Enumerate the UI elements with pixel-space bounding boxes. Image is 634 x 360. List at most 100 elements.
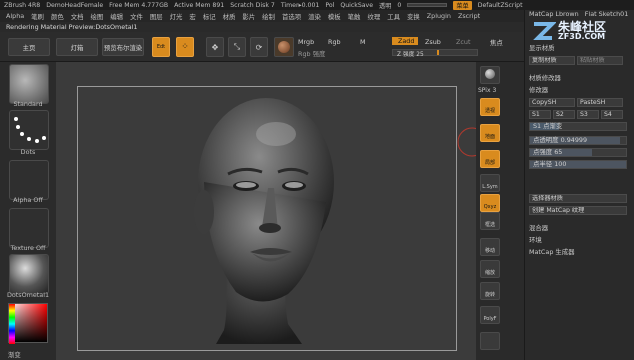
rgb-toggle[interactable]: Rgb: [328, 38, 341, 46]
menu-item[interactable]: 纹理: [367, 12, 380, 21]
scale-view-button[interactable]: 缩放: [480, 260, 500, 278]
opacity-value: 0.94999: [560, 136, 588, 144]
menu-item[interactable]: Zplugin: [427, 12, 451, 20]
menu-item[interactable]: 工具: [387, 12, 400, 21]
menu-item[interactable]: 渲染: [308, 12, 321, 21]
z-intensity-value: 25: [416, 52, 424, 58]
xyz-button[interactable]: Qxyz: [480, 194, 500, 212]
edit-button[interactable]: Edt: [152, 37, 170, 57]
flat-sketch[interactable]: Flat Sketch01: [585, 10, 629, 18]
menu-item[interactable]: 模板: [328, 12, 341, 21]
hue-strip[interactable]: [9, 304, 15, 344]
rgb-intensity-slider[interactable]: Rgb 强度: [298, 49, 325, 58]
alpha-thumbnail[interactable]: [9, 160, 49, 200]
transparency-slider[interactable]: [407, 3, 448, 7]
menu-button[interactable]: 菜单: [453, 0, 472, 10]
persp-button[interactable]: 透视: [480, 98, 500, 116]
zadd-toggle[interactable]: Zadd: [392, 37, 418, 45]
s1-gradient-slider[interactable]: S1 点渐变: [529, 122, 627, 131]
intensity-value: 65: [554, 148, 563, 156]
spix-control[interactable]: SPix 3: [478, 87, 496, 94]
tab-s2[interactable]: S2: [553, 110, 575, 119]
zsub-toggle[interactable]: Zsub: [425, 38, 441, 46]
tab-s1[interactable]: S1: [529, 110, 551, 119]
draw-button[interactable]: ⁘: [176, 37, 194, 57]
move-view-button[interactable]: 移动: [480, 238, 500, 256]
polyf-button[interactable]: PolyF: [480, 306, 500, 324]
bpr-button[interactable]: [480, 66, 500, 84]
rotate-button[interactable]: ⟳: [250, 37, 268, 57]
menu-item[interactable]: 编辑: [110, 12, 123, 21]
menu-item[interactable]: 灯光: [170, 12, 183, 21]
site-logo: 朱峰社区 ZF3D.COM: [530, 18, 634, 44]
rotate-view-button[interactable]: 旋转: [480, 282, 500, 300]
menu-item[interactable]: 文件: [130, 12, 143, 21]
menu-item[interactable]: 图层: [150, 12, 163, 21]
show-material-button[interactable]: 显示材质: [529, 44, 627, 53]
material-swatch[interactable]: [274, 37, 294, 57]
title-bar: ZBrush 4R8 DemoHeadFemale Free Mem 4.777…: [0, 0, 634, 10]
intensity-slider[interactable]: 点强度 65: [529, 148, 627, 157]
matcap-editor-header[interactable]: 材质修改器: [529, 74, 627, 83]
material-label: DotsOmetal1: [6, 291, 50, 299]
menu-item[interactable]: Zscript: [458, 12, 480, 20]
zcut-toggle[interactable]: Zcut: [456, 38, 470, 46]
floor-button[interactable]: 地面: [480, 124, 500, 142]
m-toggle[interactable]: M: [360, 38, 366, 46]
menu-item[interactable]: Alpha: [6, 12, 24, 20]
head-model[interactable]: [56, 62, 476, 360]
copysh-button[interactable]: CopySH: [529, 98, 575, 107]
menu-item[interactable]: 绘图: [91, 12, 104, 21]
pastesh-button[interactable]: PasteSH: [577, 98, 623, 107]
menu-item[interactable]: 宏: [189, 12, 195, 21]
matcap-generator-header[interactable]: MatCap 生成器: [529, 248, 627, 257]
paste-material-button[interactable]: 粘贴材质: [577, 56, 623, 65]
transparency-view-button[interactable]: [480, 332, 500, 350]
transparency-value[interactable]: 0: [397, 2, 401, 9]
default-script[interactable]: DefaultZScript: [478, 2, 523, 9]
menu-item[interactable]: 标记: [203, 12, 216, 21]
mixer-header[interactable]: 混合器: [529, 224, 627, 233]
copy-material-button[interactable]: 复制材质: [529, 56, 575, 65]
menu-item[interactable]: 颜色: [51, 12, 64, 21]
z-intensity-slider[interactable]: Z 强度 25: [392, 49, 478, 58]
radius-label: 点半径: [533, 160, 553, 168]
lsym-button[interactable]: L.Sym: [480, 174, 500, 192]
quicksave-button[interactable]: QuickSave: [340, 2, 373, 9]
menu-item[interactable]: 材质: [223, 12, 236, 21]
menu-item[interactable]: 笔触: [348, 12, 361, 21]
menu-item[interactable]: 文档: [71, 12, 84, 21]
focal-shift-label[interactable]: 焦点: [490, 38, 503, 47]
menu-item[interactable]: 绘制: [262, 12, 275, 21]
preview-render-button[interactable]: 预览布尔渲染: [102, 38, 144, 56]
tab-s3[interactable]: S3: [577, 110, 599, 119]
menu-item[interactable]: 影片: [242, 12, 255, 21]
viewport-canvas[interactable]: [56, 62, 476, 360]
menu-item[interactable]: 变换: [407, 12, 420, 21]
local-button[interactable]: 局部: [480, 150, 500, 168]
texture-thumbnail[interactable]: [9, 208, 49, 248]
move-button[interactable]: ✥: [206, 37, 224, 57]
select-material-button[interactable]: 选择器材质: [529, 194, 627, 203]
frame-button[interactable]: 框选: [480, 212, 500, 230]
document-name: DemoHeadFemale: [46, 1, 104, 9]
home-button[interactable]: 主页: [8, 38, 50, 56]
stroke-thumbnail[interactable]: [9, 110, 49, 150]
color-picker[interactable]: [8, 303, 48, 344]
brush-thumbnail[interactable]: [9, 64, 49, 104]
create-matcap-button[interactable]: 创建 MatCap 纹理: [529, 206, 627, 215]
radius-slider[interactable]: 点半径 100: [529, 160, 627, 169]
mrgb-toggle[interactable]: Mrgb: [298, 38, 314, 46]
scale-button[interactable]: ⤡: [228, 37, 246, 57]
scale-icon: ⤡: [233, 42, 241, 51]
tab-s4[interactable]: S4: [601, 110, 623, 119]
menu-item[interactable]: 首选项: [282, 12, 301, 21]
material-thumbnail[interactable]: [9, 254, 49, 294]
modifier-header[interactable]: 修改器: [529, 86, 627, 95]
lightbox-button[interactable]: 灯箱: [56, 38, 98, 56]
opacity-slider[interactable]: 点透明度 0.94999: [529, 136, 627, 145]
z-intensity-handle[interactable]: [437, 50, 439, 55]
s1-gradient-label: S1 点渐变: [533, 122, 563, 130]
menu-item[interactable]: 笔刷: [31, 12, 44, 21]
environment-header[interactable]: 环境: [529, 236, 627, 245]
